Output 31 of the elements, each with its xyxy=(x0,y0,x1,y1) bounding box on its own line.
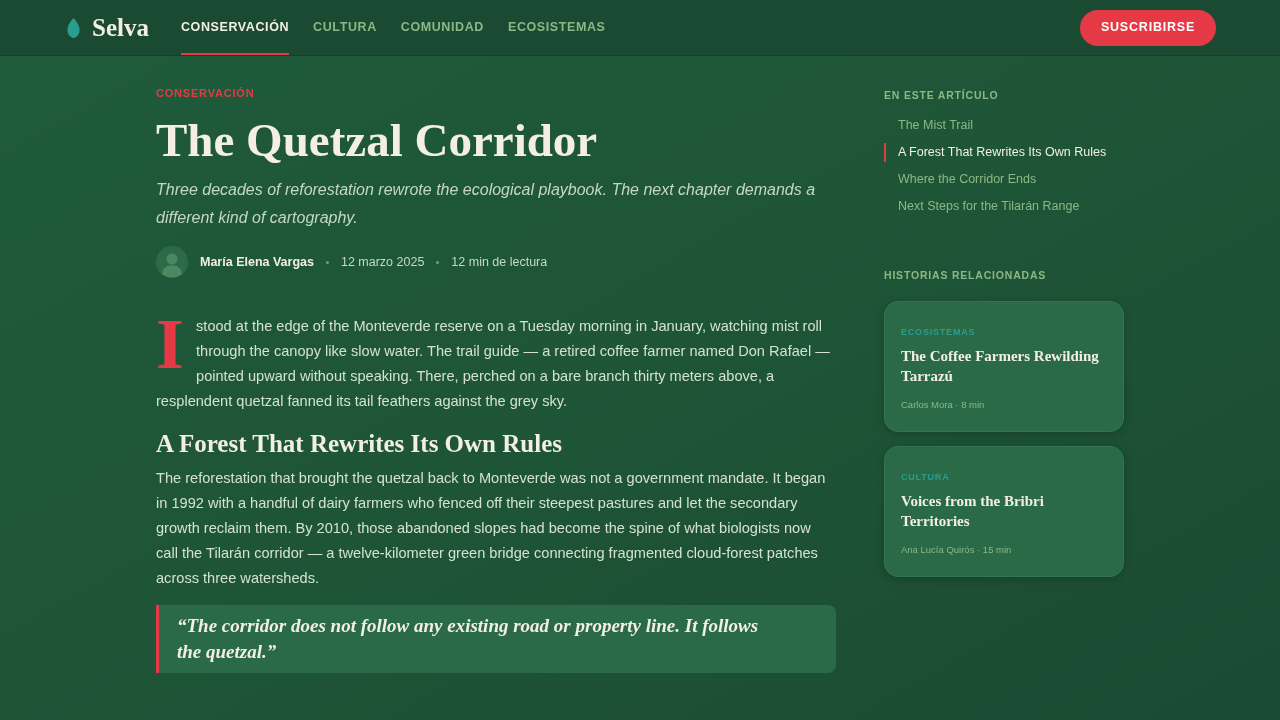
toc-heading: EN ESTE ARTÍCULO xyxy=(884,88,1000,102)
site-logo[interactable]: Selva xyxy=(92,15,149,40)
avatar-silhouette-icon xyxy=(156,246,188,278)
story-category: CULTURA xyxy=(901,471,951,483)
toc-link[interactable]: Next Steps for the Tilarán Range xyxy=(884,197,1124,216)
toc-link[interactable]: A Forest That Rewrites Its Own Rules xyxy=(884,143,1124,162)
read-time: 12 min de lectura xyxy=(451,253,548,271)
story-title: The Coffee Farmers Rewilding Tarrazú xyxy=(901,347,1100,386)
section-heading: A Forest That Rewrites Its Own Rules xyxy=(156,429,563,459)
story-category: ECOSISTEMAS xyxy=(901,326,977,338)
toc-link[interactable]: Where the Corridor Ends xyxy=(884,170,1124,189)
story-title: Voices from the Bribri Territories xyxy=(901,492,1045,531)
article-title: The Quetzal Corridor xyxy=(156,113,599,168)
story-meta: Ana Lucía Quirós · 15 min xyxy=(901,544,1013,556)
leaf-icon xyxy=(67,17,80,38)
nav-link[interactable]: CONSERVACIÓN xyxy=(180,0,290,55)
related-story-card[interactable]: CULTURA Voices from the Bribri Territories Ana Lucía Quirós · 15 min xyxy=(884,446,1124,577)
related-heading: HISTORIAS RELACIONADAS xyxy=(884,268,1048,282)
nav-link[interactable]: CULTURA xyxy=(313,0,377,55)
subscribe-button[interactable]: SUSCRIBIRSE xyxy=(1080,9,1216,46)
publish-date: 12 marzo 2025 xyxy=(340,253,425,271)
article-category: CONSERVACIÓN xyxy=(156,86,256,100)
nav-link[interactable]: ECOSISTEMAS xyxy=(507,0,606,55)
article-subtitle: Three decades of reforestation rewrote the ecological playbook. The next chapter demands a different kind of cartography. xyxy=(156,180,817,228)
pull-quote: “The corridor does not follow any existing road or property line. It follows the quetzal.” xyxy=(156,605,836,673)
story-meta: Carlos Mora · 8 min xyxy=(901,399,986,411)
author-name: María Elena Vargas xyxy=(200,253,314,271)
related-story-card[interactable]: ECOSISTEMAS The Coffee Farmers Rewilding Tarrazú Carlos Mora · 8 min xyxy=(884,301,1124,432)
article-paragraph: The reforestation that brought the quetzal back to Monteverde was not a government mandate. It began in 1992 with a handful of dairy farmers who fenced off their steepest pastures and let the secondary growth reclaim them. By 2010, those abandoned slopes had become the spine of what biologists now call the Tilarán corridor — a twelve-kilometer green bridge connecting fragmented cloud-forest patches across three watersheds. xyxy=(156,469,827,588)
toc-link[interactable]: The Mist Trail xyxy=(884,116,1124,135)
nav-link[interactable]: COMUNIDAD xyxy=(400,0,484,55)
